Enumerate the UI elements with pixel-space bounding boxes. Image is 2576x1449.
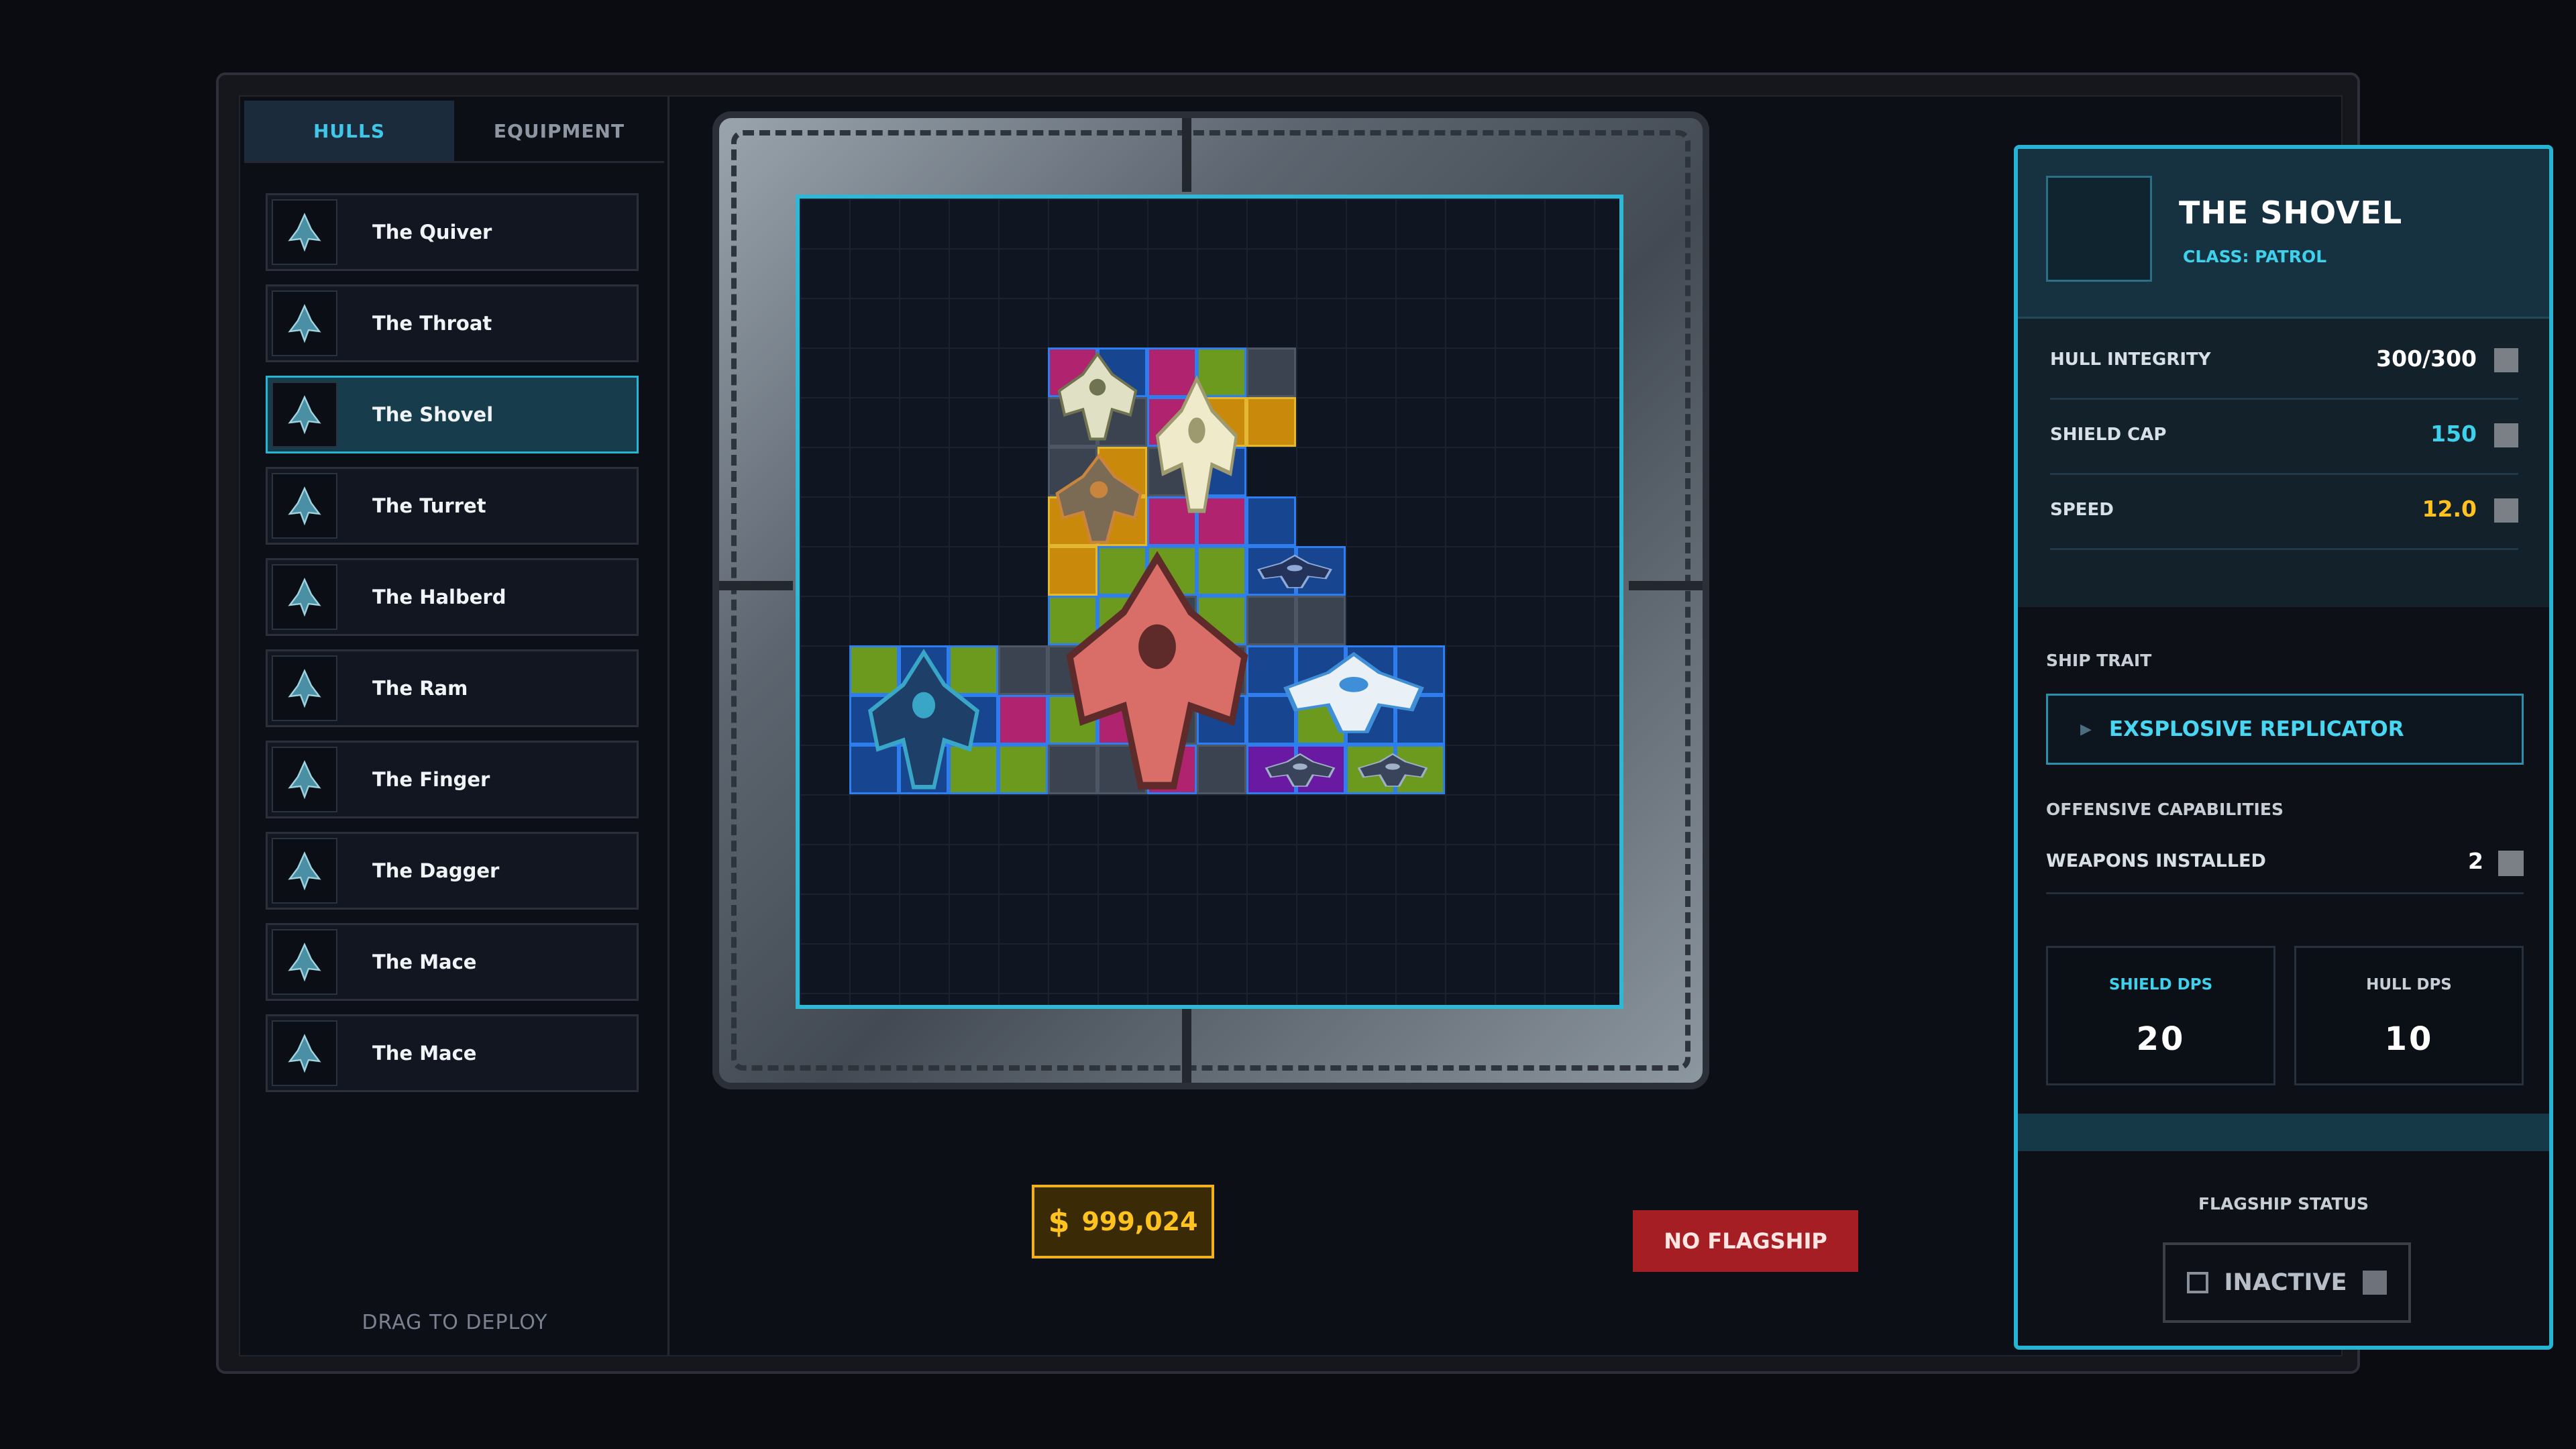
- hull-name: The Halberd: [372, 586, 506, 608]
- ship-icon: [288, 760, 321, 800]
- hull-item[interactable]: The Shovel: [266, 376, 639, 453]
- play-arrow-icon: ▶: [2080, 720, 2092, 738]
- hull-thumbnail: [272, 473, 337, 539]
- tab-hulls[interactable]: HULLS: [244, 101, 454, 161]
- hull-name: The Quiver: [372, 221, 492, 244]
- weapons-installed-row: WEAPONS INSTALLED 2: [2046, 832, 2524, 894]
- stat-hull-integrity: HULL INTEGRITY 300/300: [2050, 323, 2518, 400]
- dollar-icon: $: [1048, 1203, 1070, 1240]
- status-swatch: [2363, 1271, 2387, 1295]
- ship-info-panel: THE SHOVEL CLASS: PATROL HULL INTEGRITY …: [2014, 145, 2553, 1350]
- ship-icon: [288, 304, 321, 343]
- ship-icon: [288, 851, 321, 891]
- ship-class: CLASS: PATROL: [2183, 247, 2327, 266]
- ship-icon: [288, 1034, 321, 1073]
- ship-sprite-mech[interactable]: [860, 647, 987, 793]
- stat-swatch: [2498, 851, 2524, 876]
- grid-cell[interactable]: [1246, 496, 1296, 546]
- ship-trait-label: SHIP TRAIT: [2046, 651, 2152, 670]
- hull-item[interactable]: The Quiver: [266, 193, 639, 271]
- tab-equipment[interactable]: EQUIPMENT: [454, 101, 664, 161]
- hull-name: The Finger: [372, 768, 490, 791]
- ship-stats: HULL INTEGRITY 300/300 SHIELD CAP 150 SP…: [2018, 317, 2549, 607]
- hull-name: The Mace: [372, 951, 477, 973]
- game-window: HULLS EQUIPMENT The Quiver The Throat The …: [216, 72, 2553, 1374]
- build-grid[interactable]: [796, 195, 1623, 1009]
- no-flagship-button[interactable]: NO FLAGSHIP: [1633, 1210, 1858, 1272]
- hull-item[interactable]: The Finger: [266, 741, 639, 818]
- build-grid-frame: [712, 111, 1709, 1089]
- stat-swatch: [2494, 498, 2518, 523]
- hangar-panel: HULLS EQUIPMENT The Quiver The Throat The …: [239, 95, 2553, 1356]
- ship-title: THE SHOVEL: [2179, 195, 2403, 231]
- hull-thumbnail: [272, 929, 337, 995]
- shield-dps-card: SHIELD DPS 20: [2046, 946, 2275, 1085]
- grid-cell[interactable]: [998, 745, 1048, 794]
- hull-name: The Throat: [372, 312, 492, 335]
- stat-speed: SPEED 12.0: [2050, 473, 2518, 550]
- hull-item[interactable]: The Halberd: [266, 558, 639, 636]
- hull-name: The Dagger: [372, 859, 500, 882]
- ship-icon: [288, 486, 321, 526]
- hull-list: The Quiver The Throat The Shovel The Turret…: [266, 193, 639, 1106]
- ship-sprite-turret[interactable]: [1049, 452, 1148, 546]
- shield-dps-value: 20: [2136, 1020, 2186, 1058]
- ship-sprite-drone-a[interactable]: [1260, 753, 1340, 788]
- hull-thumbnail: [272, 564, 337, 630]
- ship-icon: [288, 669, 321, 708]
- hull-sidebar: HULLS EQUIPMENT The Quiver The Throat The …: [240, 97, 669, 1355]
- ship-sprite-flagship[interactable]: [1053, 547, 1261, 796]
- hull-thumbnail: [272, 199, 337, 265]
- hull-name: The Mace: [372, 1042, 477, 1065]
- stat-shield-cap: SHIELD CAP 150: [2050, 398, 2518, 475]
- hull-item[interactable]: The Ram: [266, 649, 639, 727]
- grid-cell[interactable]: [1246, 397, 1296, 447]
- ship-icon: [288, 578, 321, 617]
- hull-item[interactable]: The Dagger: [266, 832, 639, 910]
- hull-item[interactable]: The Mace: [266, 923, 639, 1001]
- hull-thumbnail: [272, 655, 337, 721]
- grid-cell[interactable]: [998, 695, 1048, 745]
- ship-sprite-fighter[interactable]: [1273, 651, 1434, 735]
- hull-name: The Ram: [372, 677, 468, 700]
- ship-trait-button[interactable]: ▶ EXSPLOSIVE REPLICATOR: [2046, 694, 2524, 765]
- flagship-status-toggle[interactable]: INACTIVE: [2163, 1242, 2411, 1323]
- ship-sprite-drone-b[interactable]: [1352, 753, 1433, 788]
- ship-icon: [288, 395, 321, 435]
- grid-cell[interactable]: [998, 645, 1048, 695]
- ship-sprite-jet[interactable]: [1252, 554, 1338, 589]
- hull-thumbnail: [272, 1020, 337, 1086]
- flagship-status-value: INACTIVE: [2224, 1269, 2347, 1296]
- ship-sprite-cruiser[interactable]: [1150, 373, 1244, 517]
- weapons-count: 2: [2468, 848, 2483, 874]
- flagship-status-label: FLAGSHIP STATUS: [2198, 1194, 2369, 1214]
- hull-item[interactable]: The Throat: [266, 284, 639, 362]
- hull-thumbnail: [272, 290, 337, 356]
- hull-item[interactable]: The Turret: [266, 467, 639, 545]
- grid-cell[interactable]: [1246, 347, 1296, 397]
- hull-item[interactable]: The Mace: [266, 1014, 639, 1092]
- ship-icon: [288, 943, 321, 982]
- credits-display: $ 999,024: [1032, 1185, 1214, 1258]
- ship-icon: [288, 213, 321, 252]
- hull-thumbnail: [272, 838, 337, 904]
- hull-dps-card: HULL DPS 10: [2294, 946, 2524, 1085]
- sidebar-tabs: HULLS EQUIPMENT: [244, 101, 664, 163]
- grid-cell[interactable]: [1296, 596, 1346, 645]
- hull-name: The Shovel: [372, 403, 494, 426]
- stat-swatch: [2494, 423, 2518, 447]
- ship-sprite-pod[interactable]: [1052, 350, 1143, 443]
- ship-header: THE SHOVEL CLASS: PATROL: [2018, 149, 2549, 317]
- ship-trait-value: EXSPLOSIVE REPLICATOR: [2108, 717, 2404, 741]
- drag-hint: DRAG TO DEPLOY: [362, 1311, 548, 1334]
- hull-thumbnail: [272, 747, 337, 812]
- checkbox-icon: [2186, 1272, 2208, 1293]
- credits-amount: 999,024: [1081, 1207, 1198, 1236]
- offensive-label: OFFENSIVE CAPABILITIES: [2046, 800, 2284, 819]
- hull-dps-value: 10: [2384, 1020, 2434, 1058]
- ship-portrait: [2046, 176, 2152, 282]
- stat-swatch: [2494, 348, 2518, 372]
- hull-thumbnail: [272, 382, 337, 447]
- hull-name: The Turret: [372, 494, 486, 517]
